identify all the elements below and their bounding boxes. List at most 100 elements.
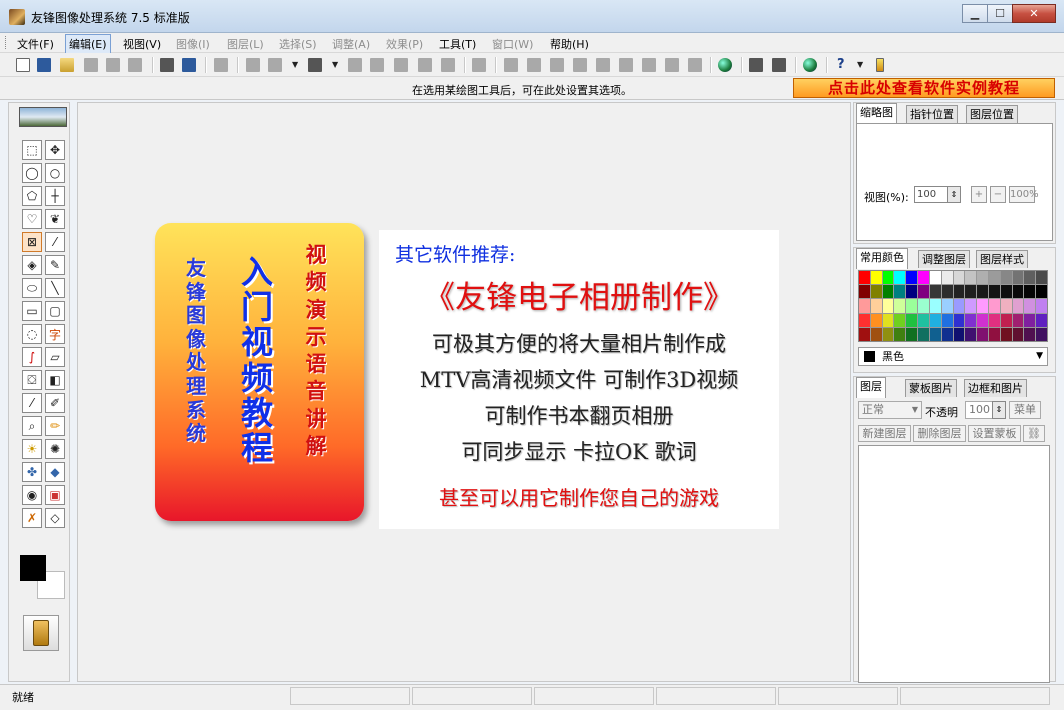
tutorial-link-button[interactable]: 点击此处查看软件实例教程 bbox=[793, 78, 1055, 98]
curve-icon[interactable]: ∫ bbox=[22, 347, 42, 367]
ellipse-icon[interactable]: ⬭ bbox=[22, 278, 42, 298]
color-swatch[interactable] bbox=[906, 313, 918, 327]
move-icon[interactable]: ✥ bbox=[45, 140, 65, 160]
color-swatch[interactable] bbox=[1024, 327, 1036, 341]
color-swatch[interactable] bbox=[988, 271, 1000, 285]
red-eye-icon[interactable]: ◉ bbox=[22, 485, 42, 505]
color-swatch[interactable] bbox=[918, 285, 929, 299]
color-swatch[interactable] bbox=[953, 271, 965, 285]
color-swatch[interactable] bbox=[870, 313, 882, 327]
paste-dropdown-icon[interactable]: ▼ bbox=[332, 60, 338, 69]
color-swatch[interactable] bbox=[859, 313, 870, 327]
color-swatch[interactable] bbox=[882, 313, 894, 327]
menu-layer[interactable]: 图层(L) bbox=[227, 36, 264, 52]
highlighter-icon[interactable]: ✏ bbox=[45, 416, 65, 436]
color-swatch[interactable] bbox=[941, 271, 953, 285]
color-swatch[interactable] bbox=[918, 271, 929, 285]
color-swatch[interactable] bbox=[941, 285, 953, 299]
layer-tool-icon-7[interactable] bbox=[642, 58, 656, 72]
zoom-icon[interactable]: ⌕ bbox=[22, 416, 42, 436]
color-swatch[interactable] bbox=[859, 271, 870, 285]
color-swatch[interactable] bbox=[1012, 327, 1024, 341]
color-swatch[interactable] bbox=[1012, 299, 1024, 313]
color-swatch[interactable] bbox=[882, 299, 894, 313]
film-icon[interactable] bbox=[772, 58, 786, 72]
color-swatch[interactable] bbox=[894, 327, 906, 341]
tab-thumbnail[interactable]: 缩略图 bbox=[856, 103, 897, 124]
sharpen-icon[interactable]: ◇ bbox=[45, 508, 65, 528]
menu-adjust[interactable]: 调整(A) bbox=[332, 36, 370, 52]
undo-icon[interactable] bbox=[472, 58, 486, 72]
tab-adjustment-layer[interactable]: 调整图层 bbox=[918, 250, 970, 268]
tab-layer-position[interactable]: 图层位置 bbox=[966, 105, 1018, 123]
software-recommendation[interactable]: 其它软件推荐: 《友锋电子相册制作》 可极其方便的将大量相片制作成 MTV高清视… bbox=[379, 230, 779, 529]
color-swatch[interactable] bbox=[929, 327, 941, 341]
color-swatch[interactable] bbox=[1036, 327, 1047, 341]
menu-tools[interactable]: 工具(T) bbox=[439, 36, 476, 52]
eyedropper-icon[interactable]: ⁄ bbox=[22, 393, 42, 413]
tab-layer-style[interactable]: 图层样式 bbox=[976, 250, 1028, 268]
color-swatch[interactable] bbox=[988, 313, 1000, 327]
magic-lasso-icon[interactable]: ❦ bbox=[45, 209, 65, 229]
layer-tool-icon-3[interactable] bbox=[550, 58, 564, 72]
color-swatch[interactable] bbox=[929, 285, 941, 299]
color-swatch[interactable] bbox=[1024, 271, 1036, 285]
color-swatch[interactable] bbox=[894, 299, 906, 313]
color-swatch[interactable] bbox=[894, 313, 906, 327]
camera-icon[interactable] bbox=[182, 58, 196, 72]
foreground-color-swatch[interactable] bbox=[20, 555, 46, 581]
mobile-export-button[interactable] bbox=[23, 615, 59, 651]
copy-icon[interactable] bbox=[268, 58, 282, 72]
color-swatch[interactable] bbox=[953, 327, 965, 341]
color-swatch[interactable] bbox=[929, 271, 941, 285]
color-swatch[interactable] bbox=[1000, 271, 1012, 285]
scan-icon[interactable] bbox=[37, 58, 51, 72]
color-swatch[interactable] bbox=[1012, 285, 1024, 299]
rotate-icon[interactable] bbox=[418, 58, 432, 72]
sponge-icon[interactable]: ✤ bbox=[22, 462, 42, 482]
ellipse-select-icon[interactable]: ◯ bbox=[22, 163, 42, 183]
color-swatch[interactable] bbox=[988, 327, 1000, 341]
color-swatch[interactable] bbox=[1012, 271, 1024, 285]
color-swatch[interactable] bbox=[1000, 285, 1012, 299]
zoom-100-button[interactable]: 100% bbox=[1009, 186, 1039, 203]
color-swatch[interactable] bbox=[965, 327, 977, 341]
stamp-icon[interactable]: ◈ bbox=[22, 255, 42, 275]
menu-select[interactable]: 选择(S) bbox=[279, 36, 317, 52]
thumbnail-view-icon[interactable] bbox=[749, 58, 763, 72]
color-swatch[interactable] bbox=[882, 285, 894, 299]
magic-wand-icon[interactable]: ⁄ bbox=[45, 232, 65, 252]
color-swatch[interactable] bbox=[882, 327, 894, 341]
color-swatch[interactable] bbox=[859, 299, 870, 313]
zoom-spinner[interactable]: ⇕ bbox=[947, 186, 961, 203]
color-swatch[interactable] bbox=[965, 299, 977, 313]
close-file-icon[interactable] bbox=[128, 58, 142, 72]
minimize-button[interactable]: ▁ bbox=[962, 4, 988, 23]
color-swatch[interactable] bbox=[965, 271, 977, 285]
blur-icon[interactable]: ◆ bbox=[45, 462, 65, 482]
help-dropdown-icon[interactable]: ▼ bbox=[857, 60, 863, 69]
cut-icon[interactable] bbox=[246, 58, 260, 72]
color-swatch[interactable] bbox=[1024, 285, 1036, 299]
tab-layers[interactable]: 图层 bbox=[856, 377, 886, 398]
preview-thumbnail[interactable] bbox=[19, 107, 67, 127]
color-swatch[interactable] bbox=[965, 285, 977, 299]
menu-window[interactable]: 窗口(W) bbox=[492, 36, 533, 52]
zoom-in-button[interactable]: + bbox=[971, 186, 987, 203]
brush-icon[interactable]: ✐ bbox=[45, 393, 65, 413]
menu-help[interactable]: 帮助(H) bbox=[550, 36, 589, 52]
clone-icon[interactable]: ✗ bbox=[22, 508, 42, 528]
layer-list[interactable] bbox=[858, 445, 1050, 683]
eraser-icon[interactable]: ▱ bbox=[45, 347, 65, 367]
layer-tool-icon-5[interactable] bbox=[596, 58, 610, 72]
browse-icon[interactable] bbox=[160, 58, 174, 72]
menu-file[interactable]: 文件(F) bbox=[17, 36, 54, 52]
canvas-size-icon[interactable] bbox=[394, 58, 408, 72]
help-icon[interactable]: ? bbox=[837, 57, 845, 72]
open-folder-icon[interactable] bbox=[60, 58, 74, 72]
opacity-spinner[interactable]: ⇕ bbox=[992, 401, 1006, 419]
rounded-rect-icon[interactable]: ▢ bbox=[45, 301, 65, 321]
color-swatch[interactable] bbox=[941, 327, 953, 341]
tab-pointer-position[interactable]: 指针位置 bbox=[906, 105, 958, 123]
color-swatch[interactable] bbox=[894, 271, 906, 285]
